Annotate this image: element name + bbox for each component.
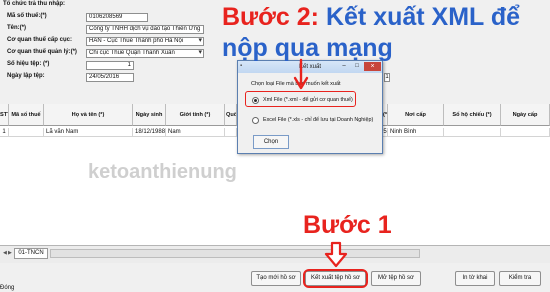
col-header-place: Nơi cấp: [388, 104, 444, 126]
right-field[interactable]: 1: [384, 73, 390, 82]
create-button[interactable]: Tạo mới hồ sơ: [251, 271, 301, 286]
minimize-icon[interactable]: –: [338, 62, 350, 71]
step1-arrow-icon: [324, 241, 348, 268]
cell-gender[interactable]: Nam: [166, 128, 225, 137]
cell-dob[interactable]: 18/12/1988: [133, 128, 166, 137]
name-field[interactable]: Công ty TNHH dịch vụ đào tạo Thiên Ưng: [86, 25, 204, 34]
cell-qual[interactable]: [225, 128, 237, 137]
cell-issued[interactable]: [501, 128, 550, 137]
close-icon[interactable]: ×: [364, 62, 381, 71]
tax-code-label: Mã số thuế:(*): [7, 13, 47, 19]
option-excel-label[interactable]: Excel File (*.xls - chỉ để lưu tại Doanh…: [263, 117, 373, 123]
cell-place[interactable]: Ninh Bình: [388, 128, 444, 137]
date-field[interactable]: 24/05/2016: [86, 73, 134, 82]
col-header-qual: Quố: [225, 104, 237, 126]
radio-excel[interactable]: [252, 117, 259, 124]
serial-label: Số hiệu tệp: (*): [7, 61, 50, 67]
col-header-passport: Số hộ chiếu (*): [444, 104, 501, 126]
cell-passport[interactable]: [444, 128, 501, 137]
date-label: Ngày lập tệp:: [7, 73, 45, 79]
export-highlight: [303, 269, 368, 288]
step2-text: Kết xuất XML để: [325, 3, 520, 31]
check-button[interactable]: Kiểm tra: [499, 271, 541, 286]
managing-agency-label: Cơ quan thuế quản lý:(*): [7, 49, 77, 55]
col-header-dob: Ngày sinh: [133, 104, 166, 126]
close-button[interactable]: Đóng: [0, 285, 14, 291]
open-button[interactable]: Mở tệp hồ sơ: [371, 271, 421, 286]
watermark: ketoanthienung: [88, 161, 237, 183]
tab-scroll-right-icon[interactable]: ▶: [8, 250, 12, 256]
cell-tax-code[interactable]: [9, 128, 44, 137]
col-header-name: Họ và tên (*): [44, 104, 133, 126]
managing-agency-select[interactable]: Chi cục Thuế Quận Thanh Xuân: [86, 49, 204, 58]
tax-agency-select[interactable]: HAN - Cục Thuế Thành phố Hà Nội: [86, 37, 204, 46]
name-label: Tên:(*): [7, 25, 26, 31]
maximize-icon[interactable]: □: [351, 62, 363, 71]
tab-01-tncn[interactable]: 01-TNCN: [14, 248, 48, 259]
col-header-gender: Giới tính (*): [166, 104, 225, 126]
cell-name[interactable]: Lã văn Nam: [44, 128, 133, 137]
print-button[interactable]: In tờ khai: [455, 271, 495, 286]
col-header-stt: STT: [0, 104, 9, 126]
horizontal-scrollbar[interactable]: [50, 249, 420, 258]
cell-stt: 1: [0, 128, 9, 137]
app-icon: ▪: [240, 63, 243, 69]
org-label: Tổ chức trả thu nhập:: [3, 1, 66, 7]
col-header-issued: Ngày cấp: [501, 104, 550, 126]
tax-agency-label: Cơ quan thuế cấp cục:: [7, 37, 72, 43]
step2-label: Bước 2:: [222, 3, 320, 31]
tax-code-field[interactable]: 0106208569: [86, 13, 148, 22]
col-header-tax-code: Mã số thuế: [9, 104, 44, 126]
step2-arrow-icon: [293, 58, 309, 90]
tab-scroll-left-icon[interactable]: ◀: [3, 250, 7, 256]
step2-annotation: Bước 2: Kết xuất XML để: [222, 4, 520, 31]
choose-button[interactable]: Chọn: [253, 135, 289, 149]
xml-option-highlight: [245, 91, 356, 107]
step1-label: Bước 1: [303, 211, 392, 239]
serial-field[interactable]: 1: [86, 61, 134, 70]
